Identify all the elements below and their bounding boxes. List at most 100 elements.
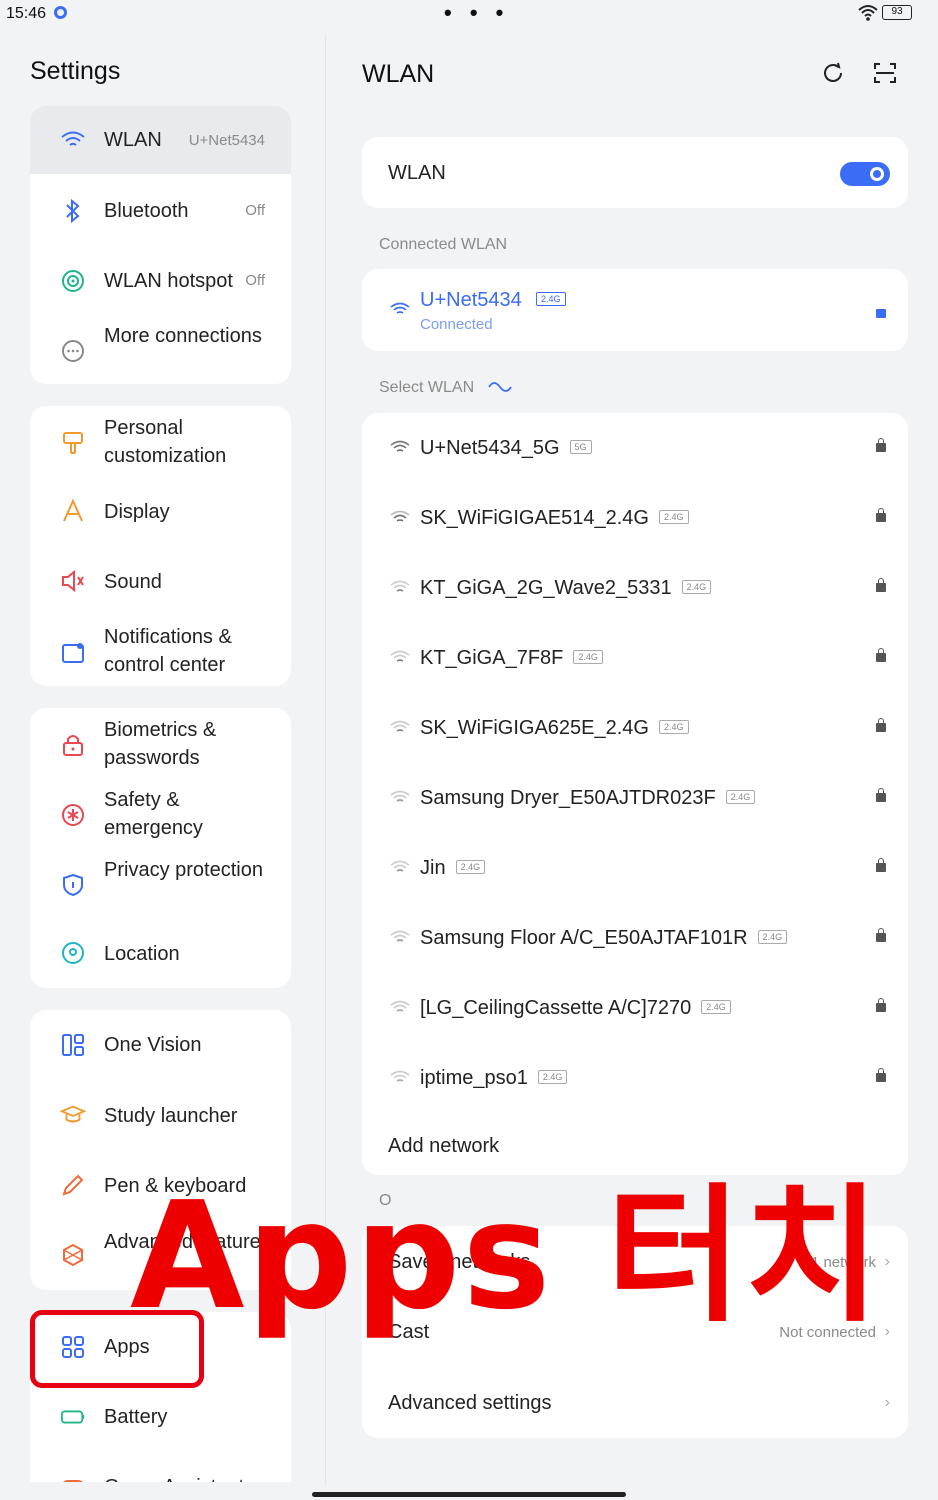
network-name: SK_WiFiGIGA625E_2.4G: [420, 717, 649, 739]
emergency-icon: [60, 802, 86, 828]
network-row[interactable]: Jin 2.4G: [362, 833, 908, 903]
wifi-signal-icon: [390, 580, 410, 592]
page-title: WLAN: [362, 60, 435, 88]
sidebar-item-label: WLAN: [104, 129, 162, 151]
lock-icon: [876, 648, 886, 662]
scan-icon[interactable]: [872, 60, 898, 86]
sidebar-item-label: Privacy protection: [104, 859, 263, 881]
game-icon: [60, 1474, 86, 1482]
more-icon: [60, 338, 86, 364]
band-badge: 2.4G: [658, 510, 689, 524]
network-row[interactable]: [LG_CeilingCassette A/C]7270 2.4G: [362, 973, 908, 1043]
wifi-icon: [60, 127, 86, 153]
network-row[interactable]: Samsung Dryer_E50AJTDR023F 2.4G: [362, 763, 908, 833]
wifi-signal-icon: [390, 860, 410, 872]
sidebar-item-game-assistant[interactable]: Game Assistant: [30, 1452, 291, 1482]
lock-icon: [876, 508, 886, 522]
status-notification-icon: [54, 6, 67, 19]
sidebar-item-personal-customization[interactable]: Personal customization: [30, 406, 291, 476]
sidebar-item-one-vision[interactable]: One Vision: [30, 1010, 291, 1080]
location-icon: [60, 940, 86, 966]
network-name: [LG_CeilingCassette A/C]7270: [420, 997, 692, 1019]
sidebar-item-battery[interactable]: Battery: [30, 1382, 291, 1452]
scanning-icon: [487, 382, 512, 392]
status-bar: 15:46 • • • 93: [0, 0, 938, 28]
sidebar-item-bluetooth[interactable]: Bluetooth Off: [30, 176, 291, 246]
sidebar-item-more-connections[interactable]: More connections: [30, 316, 291, 384]
display-card: Personal customization Display Sound Not…: [30, 406, 291, 686]
lock-icon: [876, 718, 886, 732]
advanced-settings-label: Advanced settings: [388, 1392, 552, 1414]
sidebar-item-display[interactable]: Display: [30, 476, 291, 546]
display-icon: [60, 498, 86, 524]
study-icon: [60, 1102, 86, 1128]
network-row[interactable]: SK_WiFiGIGA625E_2.4G 2.4G: [362, 693, 908, 763]
battery-icon: [60, 1404, 86, 1430]
select-section-text: Select WLAN: [379, 379, 475, 396]
connected-section-label: Connected WLAN: [379, 236, 508, 253]
network-name: U+Net5434_5G: [420, 437, 560, 459]
band-badge: 2.4G: [537, 1070, 568, 1084]
band-badge: 2.4G: [658, 720, 689, 734]
window-menu-icon[interactable]: • • •: [444, 0, 509, 26]
network-name: KT_GiGA_2G_Wave2_5331: [420, 577, 672, 599]
chevron-right-icon: ›: [884, 1394, 890, 1411]
select-section-label: Select WLAN: [379, 379, 513, 397]
sidebar-item-label: One Vision: [104, 1034, 202, 1056]
notification-icon: [60, 640, 86, 666]
lock-icon: [876, 788, 886, 802]
wifi-signal-icon: [390, 720, 410, 732]
sidebar-item-value: Off: [245, 272, 265, 289]
wlan-toggle-label: WLAN: [388, 162, 446, 184]
connectivity-card: WLAN U+Net5434 Bluetooth Off WLAN hotspo…: [30, 106, 291, 384]
network-row[interactable]: KT_GiGA_7F8F 2.4G: [362, 623, 908, 693]
network-row[interactable]: KT_GiGA_2G_Wave2_5331 2.4G: [362, 553, 908, 623]
sidebar-item-privacy[interactable]: Privacy protection: [30, 848, 291, 918]
advanced-settings-row[interactable]: Advanced settings ›: [362, 1368, 908, 1438]
network-name: Samsung Floor A/C_E50AJTAF101R: [420, 927, 748, 949]
wifi-icon: [390, 302, 410, 314]
hotspot-icon: [60, 268, 86, 294]
network-row[interactable]: Samsung Floor A/C_E50AJTAF101R 2.4G: [362, 903, 908, 973]
network-name: iptime_pso1: [420, 1067, 528, 1089]
network-name: Jin: [420, 857, 446, 879]
wlan-toggle[interactable]: [840, 162, 890, 186]
sidebar-item-label: Bluetooth: [104, 200, 189, 222]
network-row[interactable]: iptime_pso1 2.4G: [362, 1043, 908, 1113]
sidebar-title: Settings: [30, 57, 121, 85]
band-badge: 2.4G: [725, 790, 756, 804]
sidebar-item-biometrics[interactable]: Biometrics & passwords: [30, 708, 291, 778]
sidebar-item-sound[interactable]: Sound: [30, 546, 291, 616]
grid-layout-icon: [60, 1032, 86, 1058]
sidebar-item-value: U+Net5434: [188, 132, 265, 149]
toggle-knob: [870, 167, 884, 181]
refresh-icon[interactable]: [820, 60, 846, 86]
home-indicator[interactable]: [312, 1492, 626, 1497]
chevron-right-icon: ›: [884, 1253, 890, 1270]
network-row[interactable]: SK_WiFiGIGAE514_2.4G 2.4G: [362, 483, 908, 553]
sidebar-item-label: WLAN hotspot: [104, 270, 233, 292]
band-badge: 2.4G: [573, 650, 603, 664]
sidebar-item-wlan[interactable]: WLAN U+Net5434: [30, 106, 291, 174]
connected-network-card[interactable]: U+Net5434 2.4G Connected: [362, 269, 908, 351]
wifi-signal-icon: [390, 440, 410, 452]
instruction-overlay: Apps 터치: [130, 1170, 883, 1342]
network-row[interactable]: U+Net5434_5G 5G: [362, 413, 908, 483]
chevron-right-icon: ›: [884, 1323, 890, 1340]
speaker-icon: [60, 568, 86, 594]
lock-icon: [876, 309, 886, 318]
wifi-signal-icon: [390, 930, 410, 942]
sidebar-item-value: Off: [245, 202, 265, 219]
sidebar-item-label: Battery: [104, 1406, 168, 1428]
sidebar-item-hotspot[interactable]: WLAN hotspot Off: [30, 246, 291, 316]
network-name: KT_GiGA_7F8F: [420, 647, 564, 669]
status-time: 15:46: [6, 5, 47, 22]
security-card: Biometrics & passwords Safety & emergenc…: [30, 708, 291, 988]
sidebar-item-notifications[interactable]: Notifications & control center: [30, 616, 291, 686]
sidebar-item-location[interactable]: Location: [30, 918, 291, 988]
band-badge: 2.4G: [681, 580, 712, 594]
sidebar-item-label: Safety & emergency: [104, 789, 203, 839]
band-badge: 2.4G: [536, 292, 566, 306]
sidebar-item-safety[interactable]: Safety & emergency: [30, 778, 291, 848]
wifi-signal-icon: [390, 1070, 410, 1082]
